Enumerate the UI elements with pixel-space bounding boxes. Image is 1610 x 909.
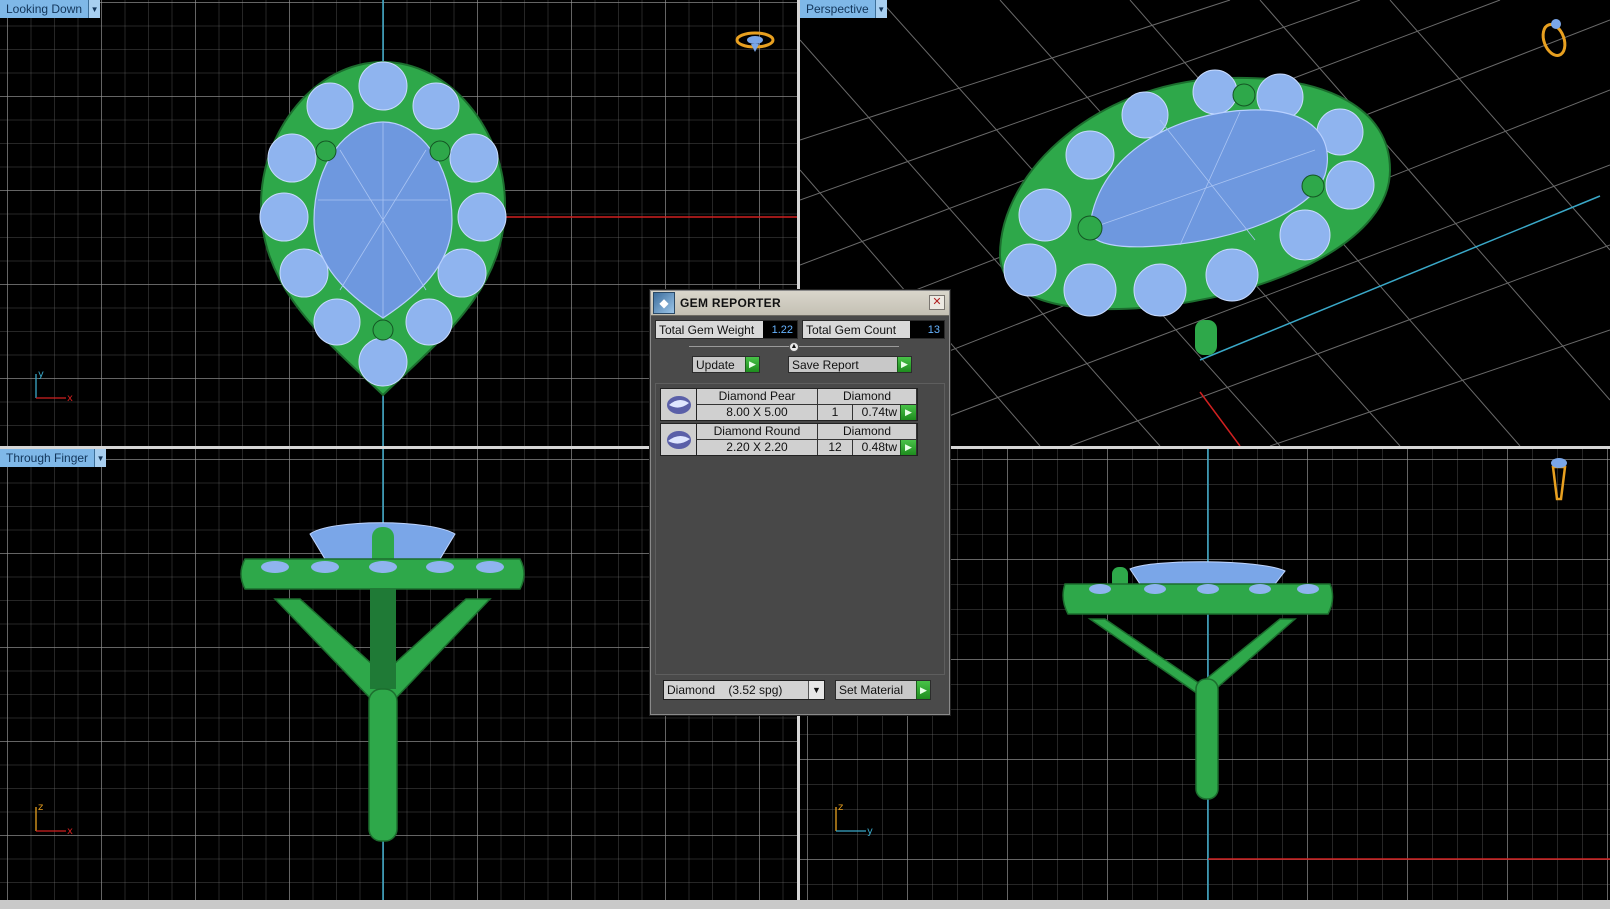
gem-name: Diamond Round	[697, 424, 818, 440]
totals-row: Total Gem Weight 1.22 Total Gem Count 13	[655, 320, 945, 339]
axis-indicator-yx: y x	[35, 369, 73, 404]
material-controls: Diamond (3.52 spg) ▼ Set Material ▶	[663, 680, 931, 700]
svg-text:y: y	[867, 826, 873, 837]
svg-text:x: x	[67, 393, 73, 404]
update-button[interactable]: Update ▶	[692, 356, 760, 373]
close-icon[interactable]: ✕	[929, 295, 945, 310]
play-arrow-icon: ▶	[897, 357, 911, 372]
axis-indicator-zy: z y	[835, 802, 873, 837]
select-gem-arrow-icon[interactable]: ▶	[900, 440, 916, 455]
select-gem-arrow-icon[interactable]: ▶	[900, 405, 916, 420]
gem-row[interactable]: Diamond Pear Diamond 8.00 X 5.00 1 0.74t…	[660, 388, 918, 421]
material-dropdown[interactable]: Diamond (3.52 spg) ▼	[663, 680, 825, 700]
svg-text:x: x	[67, 826, 73, 837]
viewport-label-looking-down[interactable]: Looking Down ▼	[0, 0, 101, 18]
set-material-button[interactable]: Set Material ▶	[835, 680, 931, 700]
viewport-title: Perspective	[806, 2, 869, 16]
total-gem-count-label: Total Gem Count	[806, 323, 897, 337]
bottom-status-strip	[0, 900, 1610, 909]
gem-material: Diamond	[818, 424, 917, 440]
gem-name: Diamond Pear	[697, 389, 818, 405]
total-gem-weight-label: Total Gem Weight	[659, 323, 755, 337]
viewport-menu-icon[interactable]: ▼	[88, 0, 101, 18]
gem-qty-weight: 1 0.74tw ▶	[818, 405, 917, 420]
material-selected-value: Diamond (3.52 spg)	[667, 683, 783, 697]
chevron-down-icon[interactable]: ▼	[808, 681, 824, 699]
ring-orientation-icon[interactable]	[734, 28, 776, 56]
update-label: Update	[696, 357, 735, 372]
axis-indicator-zx: z x	[35, 802, 73, 837]
viewport-label-through-finger[interactable]: Through Finger ▼	[0, 449, 107, 467]
dialog-title: GEM REPORTER	[680, 296, 781, 310]
svg-text:y: y	[38, 369, 44, 380]
viewport-label-perspective[interactable]: Perspective ▼	[800, 0, 887, 18]
viewport-title: Looking Down	[6, 2, 83, 16]
svg-text:z: z	[838, 802, 843, 813]
gem-row[interactable]: Diamond Round Diamond 2.20 X 2.20 12 0.4…	[660, 423, 918, 456]
svg-text:z: z	[38, 802, 43, 813]
viewport-title: Through Finger	[6, 451, 89, 465]
panel-splitter[interactable]: ▲	[689, 341, 899, 353]
gem-reporter-dialog[interactable]: ◆ GEM REPORTER ✕ Total Gem Weight 1.22 T…	[650, 290, 950, 715]
dialog-title-bar[interactable]: ◆ GEM REPORTER ✕	[651, 291, 949, 316]
gem-details: Diamond Pear Diamond 8.00 X 5.00 1 0.74t…	[697, 389, 917, 420]
total-gem-weight-value: 1.22	[763, 321, 797, 338]
play-arrow-icon: ▶	[745, 357, 759, 372]
viewport-menu-icon[interactable]: ▼	[94, 449, 107, 467]
total-gem-count: Total Gem Count 13	[802, 320, 945, 339]
gem-list[interactable]: Diamond Pear Diamond 8.00 X 5.00 1 0.74t…	[655, 383, 945, 675]
total-gem-count-value: 13	[910, 321, 944, 338]
gem-details: Diamond Round Diamond 2.20 X 2.20 12 0.4…	[697, 424, 917, 455]
action-buttons: Update ▶ Save Report ▶	[692, 356, 912, 373]
ring-orientation-icon[interactable]	[1548, 455, 1570, 503]
pear-gem-icon	[661, 389, 697, 420]
gem-size: 2.20 X 2.20	[697, 440, 818, 455]
gem-reporter-icon: ◆	[653, 292, 675, 314]
gem-qty: 1	[818, 405, 853, 420]
ring-orientation-icon[interactable]	[1536, 16, 1572, 60]
save-report-button[interactable]: Save Report ▶	[788, 356, 912, 373]
gem-size: 8.00 X 5.00	[697, 405, 818, 420]
set-material-label: Set Material	[839, 683, 904, 697]
play-arrow-icon: ▶	[916, 681, 930, 699]
collapse-icon[interactable]: ▲	[789, 342, 799, 352]
gem-qty-weight: 12 0.48tw ▶	[818, 440, 917, 455]
gem-weight: 0.74tw	[861, 405, 897, 419]
round-gem-icon	[661, 424, 697, 455]
viewport-menu-icon[interactable]: ▼	[874, 0, 887, 18]
save-report-label: Save Report	[792, 357, 859, 372]
total-gem-weight: Total Gem Weight 1.22	[655, 320, 798, 339]
gem-weight: 0.48tw	[861, 440, 897, 454]
gem-qty: 12	[818, 440, 853, 455]
gem-material: Diamond	[818, 389, 917, 405]
